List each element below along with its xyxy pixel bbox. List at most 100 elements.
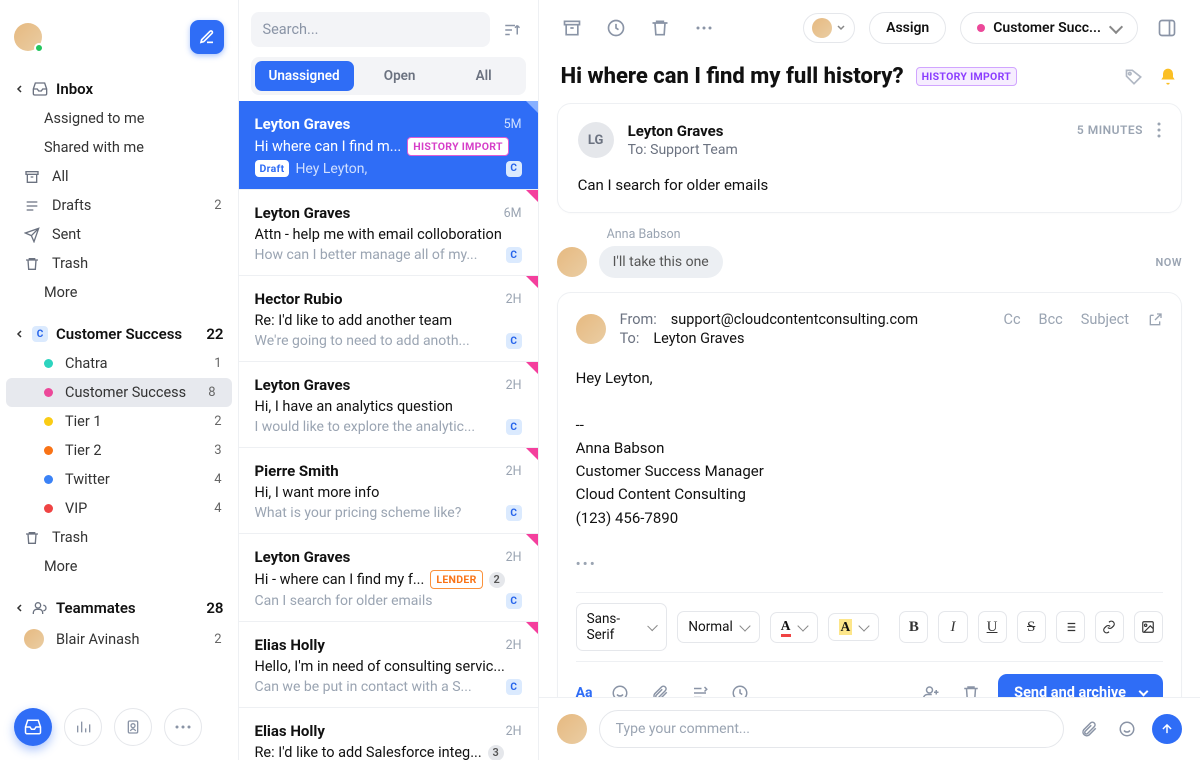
font-family-select[interactable]: Sans-Serif — [576, 603, 668, 651]
conversation-preview: How can I better manage all of my... — [255, 247, 500, 263]
comment-emoji-icon[interactable] — [1114, 716, 1140, 742]
attach-button[interactable] — [647, 680, 673, 697]
send-archive-button[interactable]: Send and archive — [998, 674, 1163, 697]
highlight-select[interactable]: A — [828, 613, 880, 641]
comment-send-button[interactable] — [1152, 714, 1182, 744]
discard-button[interactable] — [958, 680, 984, 697]
sidebar-heading-cs[interactable]: C Customer Success 22 — [0, 319, 238, 349]
tag-icon[interactable] — [1124, 67, 1144, 87]
sidebar-heading-teammates[interactable]: Teammates 28 — [0, 593, 238, 623]
compose-card: From: support@cloudcontentconsulting.com… — [557, 292, 1182, 697]
sidebar-item-drafts[interactable]: Drafts2 — [0, 191, 238, 220]
comment-attach-icon[interactable] — [1076, 716, 1102, 742]
expand-button[interactable] — [1152, 13, 1182, 43]
to-value[interactable]: Leyton Graves — [653, 330, 744, 347]
sidebar-item-more[interactable]: More — [0, 278, 238, 307]
thread-title: Hi where can I find my full history? — [561, 64, 904, 89]
sidebar-item-twitter[interactable]: Twitter4 — [0, 465, 238, 494]
conversation-time: 2H — [506, 638, 522, 653]
user-avatar[interactable] — [14, 23, 42, 51]
sender-avatar: LG — [578, 122, 614, 158]
underline-button[interactable]: U — [978, 611, 1007, 643]
conversation-item[interactable]: Pierre Smith2H Hi, I want more info What… — [239, 448, 538, 534]
bell-icon[interactable] — [1158, 67, 1178, 87]
sidebar-section-teammates: Teammates 28 Blair Avinash 2 — [0, 589, 238, 663]
bold-button[interactable]: B — [899, 611, 928, 643]
archive-button[interactable] — [557, 13, 587, 43]
archive-icon — [24, 169, 40, 185]
tab-all[interactable]: All — [446, 61, 522, 91]
conversation-item[interactable]: Hector Rubio2H Re: I'd like to add anoth… — [239, 276, 538, 362]
conversation-sender: Elias Holly — [255, 636, 325, 654]
message-menu-icon[interactable] — [1157, 122, 1161, 138]
conversation-preview: Can I search for older emails — [255, 593, 500, 609]
conversation-list[interactable]: Leyton Graves5M Hi where can I find m...… — [239, 101, 538, 760]
sidebar-item-tier2[interactable]: Tier 23 — [0, 436, 238, 465]
comment-input[interactable]: Type your comment... — [599, 710, 1064, 748]
conversation-item[interactable]: Leyton Graves2H Hi, I have an analytics … — [239, 362, 538, 448]
tab-open[interactable]: Open — [362, 61, 438, 91]
message-time: 5 MINUTES — [1077, 123, 1143, 137]
template-button[interactable] — [687, 680, 713, 697]
font-weight-select[interactable]: Normal — [677, 611, 759, 643]
sidebar-item-sent[interactable]: Sent — [0, 220, 238, 249]
unread-corner — [526, 448, 538, 460]
inbox-fab[interactable] — [14, 708, 52, 746]
image-button[interactable] — [1134, 611, 1163, 643]
channel-chip: C — [506, 593, 522, 609]
comment-row: Type your comment... — [539, 697, 1200, 760]
sort-button[interactable] — [498, 16, 526, 44]
conversation-item[interactable]: Elias Holly2H Re: I'd like to add Salesf… — [239, 708, 538, 760]
sidebar-item-chatra[interactable]: Chatra1 — [0, 349, 238, 378]
from-value[interactable]: support@cloudcontentconsulting.com — [671, 311, 918, 328]
contacts-button[interactable] — [114, 708, 152, 746]
more-button[interactable] — [164, 708, 202, 746]
sidebar-item-tier1[interactable]: Tier 12 — [0, 407, 238, 436]
unread-corner — [526, 362, 538, 374]
compose-action-toolbar: Aa Send and archive — [576, 661, 1163, 697]
format-toggle[interactable]: Aa — [576, 685, 593, 697]
sidebar-item-all[interactable]: All — [0, 162, 238, 191]
note-time: NOW — [1155, 256, 1182, 269]
sidebar-item-shared[interactable]: Shared with me — [0, 133, 238, 162]
subject-button[interactable]: Subject — [1081, 311, 1129, 328]
strike-button[interactable]: S — [1017, 611, 1046, 643]
color-dot — [44, 475, 53, 484]
sidebar-heading-inbox[interactable]: Inbox — [0, 74, 238, 104]
sidebar-item-trash[interactable]: Trash — [0, 249, 238, 278]
link-button[interactable] — [1095, 611, 1124, 643]
cc-button[interactable]: Cc — [1004, 311, 1021, 328]
schedule-button[interactable] — [727, 680, 753, 697]
emoji-button[interactable] — [607, 680, 633, 697]
sidebar-item-customer-success[interactable]: Customer Success8 — [6, 378, 232, 407]
assign-button[interactable]: Assign — [869, 12, 946, 44]
search-input[interactable]: Search... — [251, 12, 490, 47]
compose-body[interactable]: Hey Leyton, -- Anna Babson Customer Succ… — [576, 351, 1163, 592]
compose-button[interactable] — [190, 20, 224, 54]
main-toolbar: Assign Customer Succ... — [539, 0, 1200, 56]
list-button[interactable] — [1056, 611, 1085, 643]
sidebar-item-more2[interactable]: More — [0, 552, 238, 581]
message-to: To: Support Team — [628, 142, 738, 158]
more-actions-button[interactable] — [689, 13, 719, 43]
popout-icon[interactable] — [1147, 312, 1163, 328]
tab-unassigned[interactable]: Unassigned — [255, 61, 354, 91]
conversation-item[interactable]: Leyton Graves6M Attn - help me with emai… — [239, 190, 538, 276]
text-color-select[interactable]: A — [770, 612, 818, 643]
group-picker[interactable]: Customer Succ... — [960, 12, 1138, 44]
note-avatar — [557, 247, 587, 277]
sidebar-item-teammate[interactable]: Blair Avinash 2 — [0, 623, 238, 655]
delete-button[interactable] — [645, 13, 675, 43]
assignee-avatar-picker[interactable] — [803, 13, 855, 43]
conversation-item[interactable]: Leyton Graves5M Hi where can I find m...… — [239, 101, 538, 190]
snooze-button[interactable] — [601, 13, 631, 43]
sidebar-item-assigned[interactable]: Assigned to me — [0, 104, 238, 133]
italic-button[interactable]: I — [938, 611, 967, 643]
bcc-button[interactable]: Bcc — [1039, 311, 1063, 328]
conversation-item[interactable]: Elias Holly2H Hello, I'm in need of cons… — [239, 622, 538, 708]
conversation-item[interactable]: Leyton Graves2H Hi - where can I find my… — [239, 534, 538, 622]
sidebar-item-trash2[interactable]: Trash — [0, 523, 238, 552]
analytics-button[interactable] — [64, 708, 102, 746]
sidebar-item-vip[interactable]: VIP4 — [0, 494, 238, 523]
add-follower-button[interactable] — [918, 680, 944, 697]
